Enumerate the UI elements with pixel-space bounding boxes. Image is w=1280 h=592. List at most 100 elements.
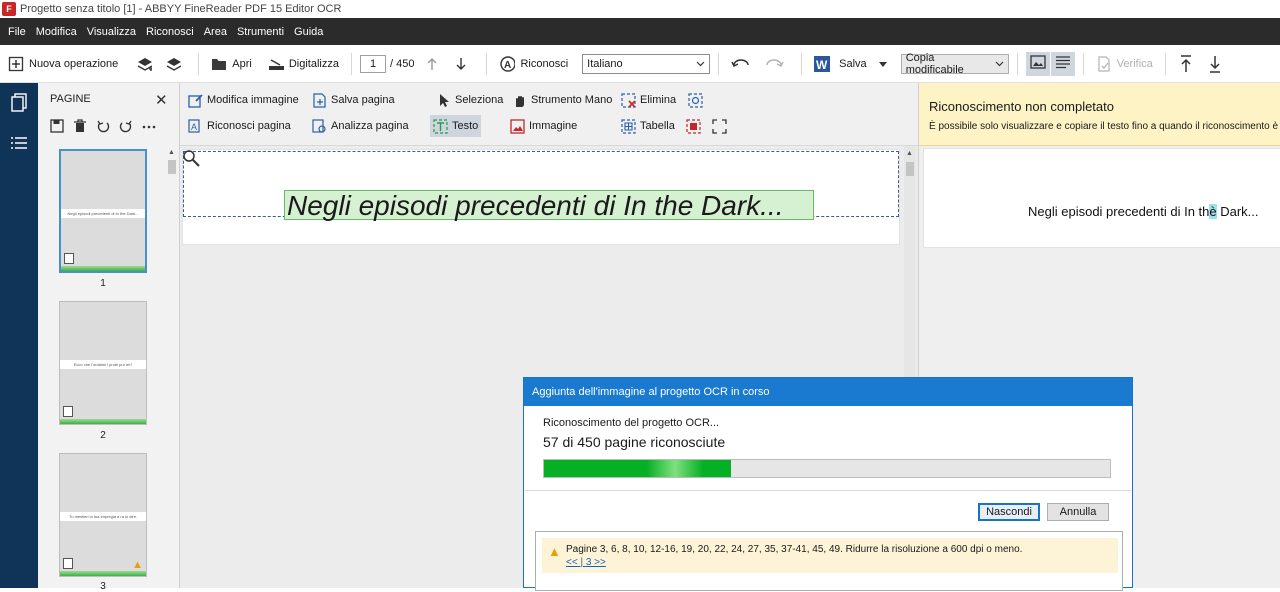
text-area-icon (433, 118, 448, 134)
app-icon: F (2, 2, 16, 16)
export-up-button[interactable] (1174, 51, 1203, 77)
language-value: Italiano (587, 57, 623, 70)
scroll-up-icon[interactable]: ▲ (906, 150, 913, 157)
page-up-button[interactable] (420, 51, 449, 77)
progress-text: 57 di 450 pagine riconosciute (543, 434, 726, 450)
empty-area-icon (712, 118, 727, 134)
delete-area-button[interactable]: Elimina (618, 89, 679, 111)
undo-button[interactable] (727, 51, 760, 77)
area-tool-button[interactable] (685, 89, 710, 111)
menu-visualizza[interactable]: Visualizza (87, 26, 136, 38)
pages-panel-button[interactable] (0, 89, 38, 119)
highlighted-char: è (1209, 204, 1217, 219)
page-thumbnail-1[interactable]: Negli episodi precedenti di In the Dark.… (59, 149, 147, 273)
more-icon[interactable] (142, 119, 156, 136)
save-page-button[interactable]: Salva pagina (309, 89, 398, 111)
recognize-button[interactable]: A Riconosci (495, 51, 572, 77)
menu-strumenti[interactable]: Strumenti (237, 26, 284, 38)
scrollbar-thumb[interactable] (906, 162, 914, 176)
warning-text: Pagine 3, 6, 8, 10, 12-16, 19, 20, 22, 2… (566, 544, 1023, 555)
save-button[interactable]: W Salva (810, 51, 891, 77)
image-area-icon (510, 118, 525, 134)
menu-riconosci[interactable]: Riconosci (146, 26, 194, 38)
hand-icon (512, 93, 527, 108)
pages-scrollbar[interactable]: ▲ (166, 148, 178, 588)
table-icon (621, 118, 636, 134)
dialog-status: Riconoscimento del progetto OCR... (543, 417, 720, 429)
separator (801, 52, 803, 75)
upload-icon (1178, 54, 1194, 72)
title-bar: F Progetto senza titolo [1] - ABBYY Fine… (0, 0, 1280, 18)
rotate-left-icon[interactable] (96, 119, 110, 136)
new-task-button[interactable]: Nuova operazione (4, 51, 122, 77)
rotate-right-icon[interactable] (119, 119, 133, 136)
select-tool-button[interactable]: Seleziona (433, 89, 506, 111)
text-page[interactable]: Negli episodi precedenti di In thè Dark.… (923, 148, 1280, 248)
redo-button[interactable] (760, 51, 793, 77)
caret-down-icon[interactable] (878, 58, 887, 70)
zoom-icon[interactable] (182, 149, 200, 170)
page-status-icon (63, 406, 73, 417)
open-button[interactable]: Apri (207, 51, 256, 77)
warning-icon: ▲ (548, 544, 561, 559)
nav-prev-link[interactable]: << (566, 557, 578, 568)
menu-file[interactable]: File (8, 26, 26, 38)
close-icon[interactable]: ✕ (155, 91, 168, 109)
trash-icon[interactable] (73, 119, 87, 136)
new-task-label: Nuova operazione (29, 57, 119, 70)
cancel-button[interactable]: Annulla (1047, 503, 1109, 521)
menu-area[interactable]: Area (204, 26, 227, 38)
warning-box: ▲ Pagine 3, 6, 8, 10, 12-16, 19, 20, 22,… (535, 531, 1123, 591)
scroll-up-icon[interactable]: ▲ (168, 149, 175, 156)
page-down-button[interactable] (449, 51, 478, 77)
separator (718, 52, 720, 75)
save-icon[interactable] (50, 119, 64, 136)
empty-area-button[interactable] (709, 115, 734, 137)
scrollbar-thumb[interactable] (168, 160, 176, 174)
image-icon (1030, 55, 1046, 72)
recognize-icon: A (499, 55, 516, 72)
hide-button[interactable]: Nascondi (978, 503, 1040, 521)
page-total: / 450 (390, 57, 415, 70)
verify-button[interactable]: Verifica (1092, 51, 1157, 77)
recognized-text-area[interactable]: Negli episodi precedenti di In the Dark.… (284, 190, 814, 221)
separator (1082, 52, 1084, 75)
separator (351, 52, 352, 75)
page-thumbnail-2[interactable]: Ecco che l'ordalmi i probi pur lei? (59, 301, 147, 425)
areas-panel-button[interactable] (0, 129, 38, 159)
thumbnail-text: Ecco che l'ordalmi i probi pur lei? (60, 360, 146, 369)
scan-button[interactable]: Digitalizza (264, 51, 343, 77)
page-thumbnail-3[interactable]: Tu mestieri in tua impregia a ra lo dire… (59, 453, 147, 577)
background-image-button[interactable] (683, 115, 708, 137)
edit-image-button[interactable]: Modifica immagine (185, 89, 302, 111)
language-select[interactable]: Italiano (582, 53, 711, 74)
layers-add-button[interactable] (132, 51, 161, 77)
area-select-icon (688, 92, 703, 108)
recognize-page-button[interactable]: A Riconosci pagina (185, 115, 294, 137)
layers-button[interactable] (161, 51, 190, 77)
export-down-button[interactable] (1203, 51, 1232, 77)
divider (525, 490, 1131, 491)
progress-dialog: Aggiunta dell'immagine al progetto OCR i… (523, 377, 1133, 591)
main-toolbar: Nuova operazione Apri Digitalizza 1 / 45… (0, 45, 1280, 83)
left-navigation-strip (0, 83, 38, 588)
image-view-toggle[interactable] (1025, 51, 1050, 76)
save-format-select[interactable]: Copia modificabile (900, 52, 1009, 76)
recognize-page-label: Riconosci pagina (207, 120, 291, 132)
progress-fill (544, 460, 731, 477)
nav-next-link[interactable]: 3 >> (586, 557, 606, 568)
menu-modifica[interactable]: Modifica (36, 26, 77, 38)
table-area-button[interactable]: Tabella (618, 115, 678, 137)
text-area-button[interactable]: Testo (430, 115, 482, 137)
folder-icon (211, 56, 227, 72)
table-label: Tabella (640, 120, 675, 132)
save-page-label: Salva pagina (331, 94, 395, 106)
menu-guida[interactable]: Guida (294, 26, 323, 38)
image-area-button[interactable]: Immagine (507, 115, 580, 137)
text-line[interactable]: Negli episodi precedenti di In thè Dark.… (1028, 204, 1259, 219)
hand-tool-button[interactable]: Strumento Mano (509, 89, 615, 111)
analyze-page-button[interactable]: Analizza pagina (309, 115, 412, 137)
text-view-toggle[interactable] (1050, 51, 1075, 76)
undo-icon (731, 56, 751, 72)
page-number-input[interactable]: 1 (360, 54, 386, 73)
